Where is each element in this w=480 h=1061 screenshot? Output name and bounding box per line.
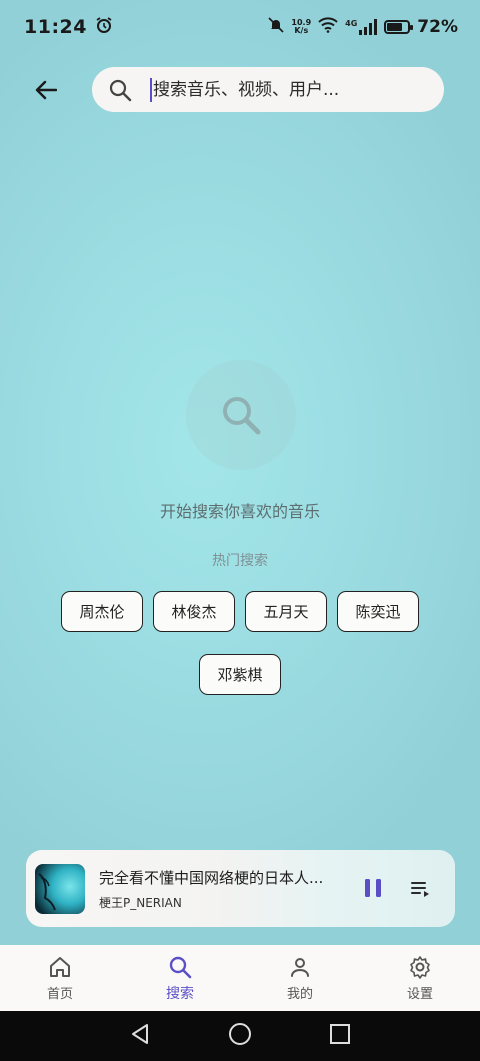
recents-square-icon[interactable]: [329, 1023, 351, 1049]
system-nav-bar: [0, 1011, 480, 1061]
person-icon: [291, 958, 309, 977]
empty-state-message: 开始搜索你喜欢的音乐: [159, 502, 320, 521]
status-bar: 11:24 10.9 K/s 4G 72%: [0, 0, 480, 54]
track-info[interactable]: 完全看不懂中国网络梗的日本人... 梗王P_NERIAN: [99, 867, 345, 911]
nav-home-label: 首页: [46, 987, 73, 1002]
battery-percent: 72%: [417, 17, 458, 37]
signal-icon: 4G: [345, 19, 378, 35]
battery-fill: [387, 23, 402, 31]
status-time: 11:24: [24, 16, 87, 38]
hot-search-label: 热门搜索: [212, 553, 268, 569]
gear-icon: [410, 956, 430, 979]
nav-search[interactable]: 搜索: [120, 945, 240, 1011]
alarm-icon: [95, 16, 113, 38]
mini-player[interactable]: 完全看不懂中国网络梗的日本人... 梗王P_NERIAN: [26, 850, 455, 927]
search-icon: [108, 78, 132, 102]
hot-search-chip[interactable]: 周杰伦: [61, 591, 143, 632]
net-speed: 10.9 K/s: [291, 19, 311, 35]
empty-state-search-icon: [186, 360, 296, 470]
back-button[interactable]: [26, 72, 66, 108]
search-icon: [169, 956, 192, 979]
mute-bell-icon: [268, 17, 284, 37]
wifi-icon: [318, 17, 338, 37]
search-input[interactable]: [150, 77, 430, 102]
search-box[interactable]: [92, 67, 444, 112]
net-speed-unit: K/s: [294, 26, 309, 35]
nav-profile-label: 我的: [286, 987, 313, 1002]
hot-search-row-2: 邓紫棋: [0, 654, 480, 695]
nav-profile[interactable]: 我的: [240, 945, 360, 1011]
hot-search-chip[interactable]: 邓紫棋: [199, 654, 281, 695]
network-type: 4G: [345, 19, 358, 28]
nav-search-label: 搜索: [166, 986, 194, 1002]
queue-button[interactable]: [407, 875, 435, 903]
track-title: 完全看不懂中国网络梗的日本人...: [99, 868, 324, 887]
track-artist: 梗王P_NERIAN: [99, 895, 182, 910]
hot-search-chip[interactable]: 林俊杰: [153, 591, 235, 632]
hot-search-row-1: 周杰伦 林俊杰 五月天 陈奕迅: [0, 591, 480, 632]
back-triangle-icon[interactable]: [129, 1023, 151, 1049]
playlist-icon: [411, 882, 429, 897]
hot-search-chip[interactable]: 五月天: [245, 591, 327, 632]
album-cover[interactable]: [35, 863, 85, 914]
arrow-left-icon: [35, 80, 57, 100]
battery-icon: [384, 20, 414, 34]
hot-search-chip[interactable]: 陈奕迅: [337, 591, 419, 632]
nav-settings-label: 设置: [406, 987, 433, 1002]
pause-icon: [365, 879, 381, 897]
pause-button[interactable]: [359, 874, 387, 902]
nav-home[interactable]: 首页: [0, 945, 120, 1011]
home-icon: [50, 957, 70, 977]
nav-settings[interactable]: 设置: [360, 945, 480, 1011]
bottom-nav: 首页 搜索 我的 设置: [0, 945, 480, 1011]
home-circle-icon[interactable]: [228, 1022, 252, 1050]
